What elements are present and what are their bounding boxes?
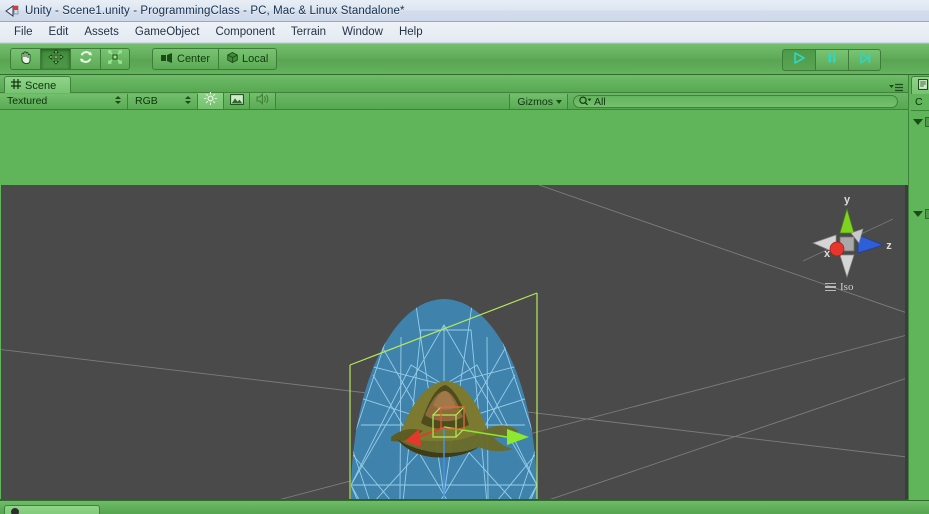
pivot-rotation-label: Local (242, 53, 269, 65)
pivot-center-icon (161, 52, 173, 66)
inspector-header: C (911, 94, 929, 111)
gizmo-axis-neg-y-cone (839, 254, 855, 279)
bottom-tab-icon (11, 508, 19, 514)
search-input[interactable]: All (573, 95, 898, 108)
pivot-button-group: Center Local (152, 48, 278, 70)
step-icon (858, 51, 872, 70)
render-mode-dropdown[interactable]: RGB (128, 93, 198, 109)
chevron-down-icon (556, 100, 562, 104)
viewport-canvas (1, 185, 907, 514)
playback-controls (782, 49, 881, 71)
inspector-header-text: C (915, 96, 923, 108)
tab-scene-label: Scene (25, 79, 57, 92)
menu-terrain[interactable]: Terrain (283, 23, 334, 41)
inspector-panel: C (908, 75, 929, 500)
component-chip-2 (925, 209, 929, 219)
rotate-icon (78, 49, 94, 70)
hand-tool-button[interactable] (10, 48, 40, 70)
menu-component[interactable]: Component (207, 23, 282, 41)
chevron-updown-icon-2 (185, 95, 191, 104)
menu-edit[interactable]: Edit (41, 23, 77, 41)
draw-mode-value: Textured (7, 95, 48, 107)
gizmo-axis-x-handle (829, 241, 845, 257)
chevron-updown-icon (115, 95, 121, 104)
search-icon (579, 95, 592, 108)
gizmo-axis-y-label: y (844, 194, 851, 206)
audio-toggle[interactable] (250, 92, 276, 110)
iso-lines-icon (825, 282, 836, 292)
fx-toggle[interactable] (224, 93, 250, 109)
play-button[interactable] (782, 49, 815, 71)
render-mode-value: RGB (135, 95, 158, 107)
gizmo-axis-y-cone (839, 207, 855, 234)
menu-gameobject[interactable]: GameObject (127, 23, 208, 41)
inspector-icon (918, 77, 928, 95)
step-button[interactable] (848, 49, 881, 71)
scene-panel: Scene Textured RGB Gizmos All y z x Iso (0, 75, 908, 514)
chevron-down-icon-foldout-1 (913, 119, 923, 125)
pause-icon (825, 51, 839, 70)
transform-tool-group (10, 48, 130, 70)
move-tool-button[interactable] (40, 48, 70, 70)
bottom-panel-strip (0, 500, 929, 514)
scale-tool-button[interactable] (100, 48, 130, 70)
menu-assets[interactable]: Assets (76, 23, 127, 41)
foldout-row-1[interactable] (913, 117, 929, 127)
cube-icon (227, 51, 238, 66)
gizmo-axis-z-label: z (886, 240, 892, 252)
rotate-tool-button[interactable] (70, 48, 100, 70)
gizmo-axis-z-cone (857, 234, 885, 254)
pivot-mode-button[interactable]: Center (152, 48, 219, 70)
hand-icon (18, 49, 34, 70)
play-icon (792, 51, 806, 70)
pivot-mode-label: Center (177, 53, 211, 65)
menu-help[interactable]: Help (391, 23, 431, 41)
search-value: All (594, 95, 606, 108)
lighting-toggle[interactable] (198, 92, 224, 110)
gizmo-axis-x-label: x (824, 248, 831, 260)
scene-viewport[interactable]: y z x Iso (1, 185, 907, 514)
title-bar: Unity - Scene1.unity - ProgrammingClass … (0, 0, 929, 22)
menu-bar: File Edit Assets GameObject Component Te… (0, 22, 929, 43)
gizmos-dropdown[interactable]: Gizmos (509, 94, 568, 109)
move-arrows-icon (48, 49, 64, 70)
editor-toolbar: Center Local (0, 43, 929, 75)
chevron-down-icon-foldout-2 (913, 211, 923, 217)
unity-editor-window: Unity - Scene1.unity - ProgrammingClass … (0, 0, 929, 514)
speaker-icon (255, 92, 270, 110)
pivot-rotation-button[interactable]: Local (218, 48, 278, 70)
tab-scene[interactable]: Scene (4, 76, 72, 94)
pause-button[interactable] (815, 49, 848, 71)
scale-icon (107, 49, 123, 70)
draw-mode-dropdown[interactable]: Textured (0, 93, 128, 109)
tab-inspector[interactable] (911, 76, 929, 94)
foldout-row-2[interactable] (913, 209, 929, 219)
menu-file[interactable]: File (6, 23, 41, 41)
menu-window[interactable]: Window (334, 23, 391, 41)
unity-logo-icon (4, 3, 20, 19)
image-icon (229, 92, 244, 110)
gizmos-label: Gizmos (517, 95, 553, 108)
scene-tab-strip: Scene (0, 75, 908, 94)
projection-mode-row[interactable]: Iso (825, 281, 853, 293)
scene-grid-icon (11, 79, 21, 92)
window-title: Unity - Scene1.unity - ProgrammingClass … (25, 4, 405, 17)
sun-icon (204, 92, 217, 110)
component-chip-1 (925, 117, 929, 127)
scene-view-toolbar: Textured RGB Gizmos All (0, 92, 908, 110)
projection-mode-label: Iso (840, 281, 854, 293)
orientation-gizmo[interactable]: y z x Iso (803, 189, 893, 299)
